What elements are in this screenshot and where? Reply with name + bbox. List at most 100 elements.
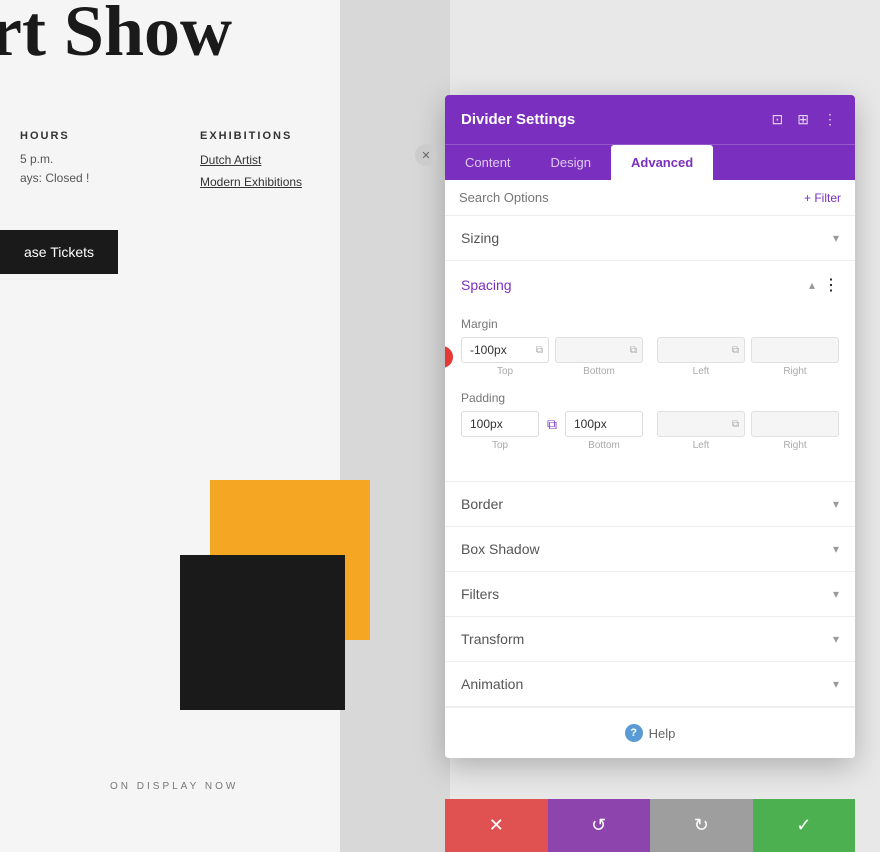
spacing-section: Spacing ▴ ⋮ Margin 1: [445, 261, 855, 482]
margin-top-link-icon: ⧉: [536, 345, 543, 356]
panel-title: Divider Settings: [461, 111, 575, 128]
responsive-icon-button[interactable]: ⊡: [770, 109, 786, 130]
margin-left-label: Left: [693, 366, 710, 377]
hours-title: HOURS: [20, 130, 89, 142]
margin-left-group: ⧉ Left: [657, 337, 745, 377]
more-options-icon-button[interactable]: ⋮: [821, 109, 839, 130]
tab-design[interactable]: Design: [531, 145, 611, 180]
margin-bottom-label: Bottom: [583, 366, 615, 377]
margin-label: Margin: [461, 317, 839, 331]
panel-footer: ? Help: [445, 707, 855, 758]
exhibitions-title: EXHIBITIONS: [200, 130, 302, 142]
animation-label: Animation: [461, 676, 523, 692]
border-section[interactable]: Border ▾: [445, 482, 855, 527]
exhibition-link-1[interactable]: Dutch Artist: [200, 150, 302, 172]
padding-top-group: Top: [461, 411, 539, 451]
redo-button[interactable]: ↻: [650, 799, 753, 852]
help-label: Help: [649, 726, 676, 741]
margin-bottom-wrapper: ⧉: [555, 337, 643, 363]
panel-close-button[interactable]: ✕: [415, 144, 437, 166]
box-shadow-label: Box Shadow: [461, 541, 540, 557]
panel-body: Sizing ▾ Spacing ▴ ⋮ Margin 1: [445, 216, 855, 758]
border-label: Border: [461, 496, 503, 512]
panel-tabs: Content Design Advanced: [445, 144, 855, 180]
panel-header: Divider Settings ⊡ ⊞ ⋮: [445, 95, 855, 144]
sizing-chevron-icon: ▾: [833, 231, 839, 245]
padding-left-link-icon: ⧉: [732, 419, 739, 430]
margin-top-group: ⧉ Top: [461, 337, 549, 377]
padding-bottom-group: Bottom: [565, 411, 643, 451]
margin-field-row: 1 ⧉ Top: [461, 337, 839, 377]
filters-chevron-icon: ▾: [833, 587, 839, 601]
margin-left-wrapper: ⧉: [657, 337, 745, 363]
step-badge: 1: [445, 346, 453, 368]
hours-line1: 5 p.m.: [20, 150, 89, 169]
page-title: rt Show: [0, 0, 232, 73]
sizing-section[interactable]: Sizing ▾: [445, 216, 855, 261]
spacing-header-actions: ▴ ⋮: [809, 275, 839, 295]
exhibition-link-2[interactable]: Modern Exhibitions: [200, 172, 302, 194]
search-input[interactable]: [459, 190, 804, 205]
spacing-more-icon[interactable]: ⋮: [823, 275, 839, 295]
sizing-label: Sizing: [461, 230, 499, 246]
hours-section: HOURS 5 p.m. ays: Closed !: [20, 130, 89, 188]
grid-icon-button[interactable]: ⊞: [795, 109, 811, 130]
padding-link-icon[interactable]: ⧉: [543, 416, 561, 433]
padding-left-wrapper: ⧉: [657, 411, 745, 437]
padding-field-row: Top ⧉ Bottom: [461, 411, 839, 451]
spacing-chevron-up-icon: ▴: [809, 278, 815, 292]
padding-label: Padding: [461, 391, 839, 405]
black-square: [180, 555, 345, 710]
margin-right-label: Right: [783, 366, 806, 377]
padding-left-group: ⧉ Left: [657, 411, 745, 451]
spacing-header[interactable]: Spacing ▴ ⋮: [445, 261, 855, 309]
padding-top-input[interactable]: [461, 411, 539, 437]
padding-bottom-wrapper: [565, 411, 643, 437]
margin-left-link-icon: ⧉: [732, 345, 739, 356]
margin-group: Margin 1 ⧉ Top: [461, 317, 839, 377]
transform-chevron-icon: ▾: [833, 632, 839, 646]
cancel-button[interactable]: ✕: [445, 799, 548, 852]
spacing-label: Spacing: [461, 277, 512, 293]
settings-panel: Divider Settings ⊡ ⊞ ⋮ Content Design Ad…: [445, 95, 855, 758]
undo-button[interactable]: ↺: [548, 799, 651, 852]
border-chevron-icon: ▾: [833, 497, 839, 511]
box-shadow-chevron-icon: ▾: [833, 542, 839, 556]
box-shadow-section[interactable]: Box Shadow ▾: [445, 527, 855, 572]
spacing-header-left: Spacing: [461, 277, 512, 293]
margin-right-wrapper: [751, 337, 839, 363]
tab-content[interactable]: Content: [445, 145, 531, 180]
padding-right-input[interactable]: [751, 411, 839, 437]
animation-chevron-icon: ▾: [833, 677, 839, 691]
margin-right-group: Right: [751, 337, 839, 377]
tab-advanced[interactable]: Advanced: [611, 145, 713, 180]
filters-section[interactable]: Filters ▾: [445, 572, 855, 617]
filter-button[interactable]: + Filter: [804, 191, 841, 205]
transform-section[interactable]: Transform ▾: [445, 617, 855, 662]
panel-header-icons: ⊡ ⊞ ⋮: [770, 109, 839, 130]
padding-group: Padding Top ⧉: [461, 391, 839, 451]
padding-bottom-input[interactable]: [565, 411, 643, 437]
margin-top-label: Top: [497, 366, 513, 377]
animation-section[interactable]: Animation ▾: [445, 662, 855, 707]
padding-bottom-label: Bottom: [588, 440, 620, 451]
hours-line2: ays: Closed !: [20, 169, 89, 188]
margin-bottom-group: ⧉ Bottom: [555, 337, 643, 377]
margin-right-input[interactable]: [751, 337, 839, 363]
margin-bottom-link-icon: ⧉: [630, 345, 637, 356]
transform-label: Transform: [461, 631, 524, 647]
help-link[interactable]: ? Help: [625, 724, 676, 742]
search-bar: + Filter: [445, 180, 855, 216]
spacing-content: Margin 1 ⧉ Top: [445, 309, 855, 481]
purchase-tickets-button[interactable]: ase Tickets: [0, 230, 118, 274]
padding-left-label: Left: [693, 440, 710, 451]
action-bar: ✕ ↺ ↻ ✓: [445, 799, 855, 852]
padding-right-label: Right: [783, 440, 806, 451]
exhibitions-section: EXHIBITIONS Dutch Artist Modern Exhibiti…: [200, 130, 302, 193]
on-display-label: ON DISPLAY NOW: [110, 781, 238, 792]
confirm-button[interactable]: ✓: [753, 799, 856, 852]
padding-right-wrapper: [751, 411, 839, 437]
help-icon: ?: [625, 724, 643, 742]
gray-panel: [340, 0, 450, 852]
padding-top-wrapper: [461, 411, 539, 437]
